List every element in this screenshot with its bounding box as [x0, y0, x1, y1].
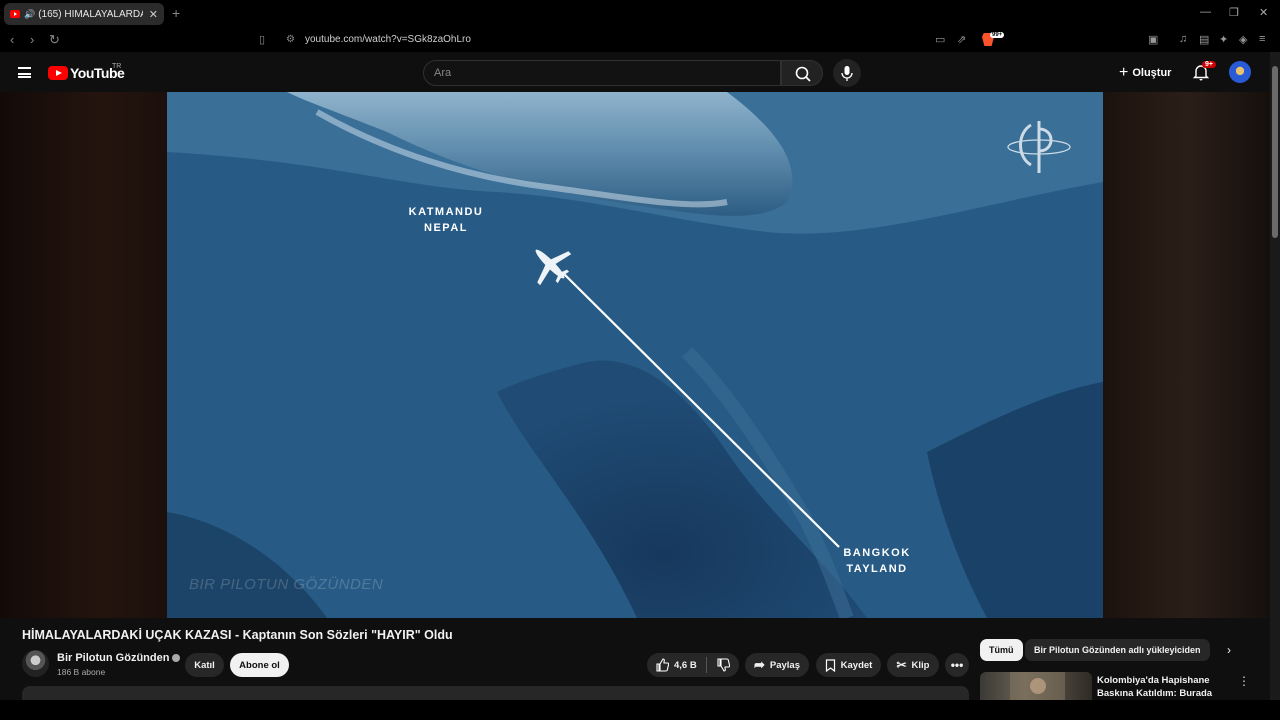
- like-count[interactable]: 4,6 B: [674, 660, 697, 671]
- browser-menu-icon[interactable]: ≡: [1259, 33, 1265, 45]
- back-icon[interactable]: ‹: [10, 32, 14, 47]
- cast-icon[interactable]: ▭: [935, 33, 945, 46]
- map-video-frame: KATMANDU NEPAL BANGKOK TAYLAND BIR PILOT…: [167, 92, 1103, 618]
- channel-avatar[interactable]: [22, 650, 49, 677]
- divider: [705, 657, 707, 673]
- tab-title: (165) HİMALAYALARDAKİ UÇA: [38, 8, 143, 20]
- notification-badge: 9+: [1202, 61, 1216, 68]
- youtube-favicon-icon: [10, 10, 20, 18]
- search-input[interactable]: Ara: [423, 60, 781, 86]
- wallet-icon[interactable]: ▤: [1199, 33, 1209, 46]
- description-box[interactable]: [22, 686, 969, 700]
- save-button[interactable]: Kaydet: [816, 653, 881, 677]
- microphone-icon: [841, 66, 853, 81]
- chip-all[interactable]: Tümü: [980, 639, 1023, 661]
- scrollbar-thumb[interactable]: [1272, 66, 1278, 238]
- bookmark-icon[interactable]: ▯: [259, 33, 265, 46]
- share-icon: ➦: [753, 657, 765, 672]
- speaker-icon[interactable]: 🔊: [24, 9, 35, 20]
- youtube-logo-icon[interactable]: [48, 66, 68, 80]
- video-player[interactable]: KATMANDU NEPAL BANGKOK TAYLAND BIR PILOT…: [167, 92, 1103, 618]
- menu-icon[interactable]: [18, 67, 31, 78]
- search-icon: [795, 66, 811, 82]
- chevron-right-icon[interactable]: ›: [1227, 643, 1231, 657]
- join-button[interactable]: Katıl: [185, 653, 224, 677]
- youtube-header: YouTube TR Ara + Oluştur 9+: [0, 52, 1280, 92]
- vpn-icon[interactable]: ◈: [1239, 33, 1247, 46]
- channel-name-row[interactable]: Bir Pilotun Gözünden: [57, 652, 181, 664]
- plus-icon: +: [1119, 64, 1129, 81]
- share-page-icon[interactable]: ⇗: [957, 33, 966, 46]
- close-tab-icon[interactable]: ✕: [149, 8, 158, 21]
- new-tab-icon[interactable]: +: [172, 5, 180, 21]
- dislike-icon[interactable]: [716, 658, 730, 672]
- video-title: HİMALAYALARDAKİ UÇAK KAZASI - Kaptanın S…: [22, 628, 453, 642]
- bottom-strip: [0, 700, 1280, 720]
- leo-icon[interactable]: ✦: [1219, 33, 1228, 46]
- scissors-icon: ✂: [896, 658, 907, 672]
- url-field[interactable]: youtube.com/watch?v=SGk8zaOhLro: [305, 34, 471, 45]
- browser-tab[interactable]: 🔊 (165) HİMALAYALARDAKİ UÇA ✕: [4, 3, 164, 25]
- recommended-thumbnail[interactable]: [980, 672, 1092, 700]
- search-button[interactable]: [781, 60, 823, 86]
- page-scrollbar[interactable]: [1270, 52, 1280, 700]
- clip-label: Klip: [911, 659, 930, 671]
- browser-tab-bar: 🔊 (165) HİMALAYALARDAKİ UÇA ✕ + — ❐ ✕: [0, 0, 1280, 28]
- subscribe-button[interactable]: Abone ol: [230, 653, 289, 677]
- minimize-icon[interactable]: —: [1200, 6, 1211, 18]
- more-actions-button[interactable]: •••: [945, 653, 969, 677]
- country-code: TR: [112, 63, 122, 70]
- window-close-icon[interactable]: ✕: [1259, 6, 1268, 19]
- reload-icon[interactable]: ↻: [49, 32, 60, 48]
- media-icon[interactable]: ♫: [1179, 33, 1187, 45]
- sidebar-toggle-icon[interactable]: ▣: [1148, 33, 1158, 46]
- subscriber-count: 186 B abone: [57, 667, 106, 677]
- origin-country-label: NEPAL: [424, 222, 468, 234]
- origin-city-label: KATMANDU: [409, 206, 484, 218]
- restore-icon[interactable]: ❐: [1229, 6, 1239, 19]
- like-icon[interactable]: [655, 658, 669, 672]
- more-icon: •••: [950, 658, 964, 672]
- destination-city-label: BANGKOK: [843, 547, 910, 559]
- save-label: Kaydet: [840, 659, 873, 671]
- watermark-text: BIR PILOTUN GÖZÜNDEN: [189, 575, 383, 593]
- site-settings-icon[interactable]: ⚙: [286, 34, 295, 45]
- address-bar: ‹ › ↻ ▯ ⚙ youtube.com/watch?v=SGk8zaOhLr…: [0, 28, 1280, 52]
- recommended-title[interactable]: Kolombiya'da Hapishane Baskına Katıldım:…: [1097, 674, 1217, 700]
- share-button[interactable]: ➦ Paylaş: [745, 653, 809, 677]
- clip-button[interactable]: ✂ Klip: [887, 653, 939, 677]
- create-button[interactable]: + Oluştur: [1119, 64, 1171, 82]
- share-label: Paylaş: [769, 659, 801, 671]
- create-label: Oluştur: [1132, 67, 1172, 79]
- bookmark-save-icon: [825, 658, 835, 672]
- destination-country-label: TAYLAND: [846, 563, 907, 575]
- ambient-background-right: [1103, 92, 1270, 618]
- like-dislike-group: 4,6 B: [647, 653, 739, 677]
- thumbnail-image: [1010, 672, 1065, 700]
- chip-from-uploader[interactable]: Bir Pilotun Gözünden adlı yükleyiciden: [1025, 639, 1210, 661]
- brave-badge: 99+: [990, 32, 1005, 38]
- channel-name[interactable]: Bir Pilotun Gözünden: [57, 652, 169, 664]
- recommended-menu-icon[interactable]: ⋮: [1238, 674, 1250, 688]
- forward-icon[interactable]: ›: [30, 32, 34, 47]
- ambient-background-left: [0, 92, 167, 618]
- voice-search-button[interactable]: [833, 59, 861, 87]
- account-avatar[interactable]: [1229, 61, 1251, 83]
- verified-icon: [172, 654, 181, 663]
